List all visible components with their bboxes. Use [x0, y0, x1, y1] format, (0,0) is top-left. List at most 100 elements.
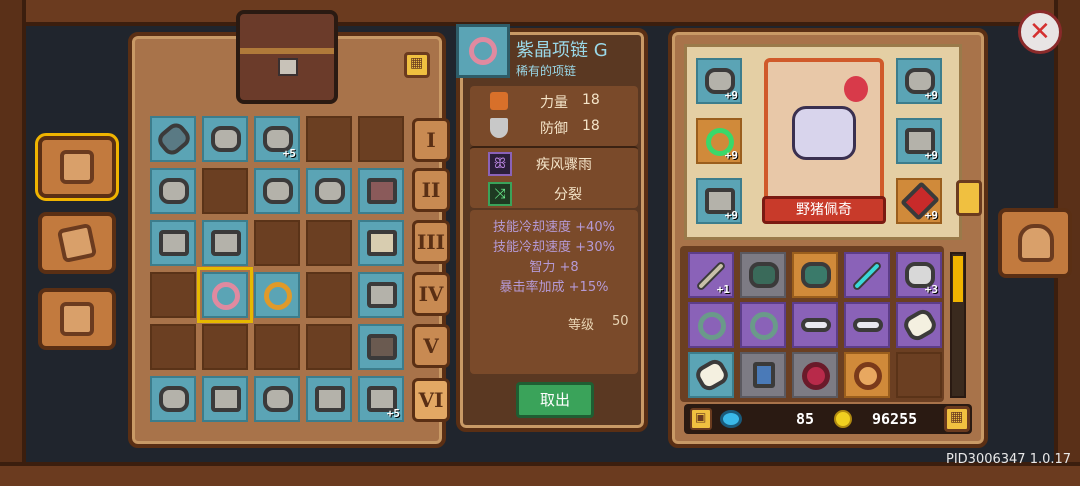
storage-tab-6[interactable]: VI: [412, 378, 450, 422]
storage-slot[interactable]: [150, 220, 196, 266]
close-button[interactable]: ✕: [1018, 10, 1062, 54]
inventory-sort-button[interactable]: ▦: [944, 406, 970, 432]
storage-slot[interactable]: [306, 272, 352, 318]
enhance-level: +9: [724, 209, 738, 222]
character-portrait: [764, 58, 884, 214]
storage-slot[interactable]: [358, 220, 404, 266]
equip-slot[interactable]: +9: [696, 178, 742, 224]
storage-slot[interactable]: [150, 168, 196, 214]
bone-icon: [853, 318, 883, 332]
equip-slot[interactable]: +9: [896, 58, 942, 104]
inventory-slot[interactable]: +1: [688, 252, 734, 298]
storage-slot[interactable]: [202, 376, 248, 422]
inventory-slot[interactable]: [792, 252, 838, 298]
sort-button[interactable]: ▦: [404, 52, 430, 78]
storage-chest-button[interactable]: [35, 133, 119, 201]
take-out-button[interactable]: 取出: [516, 382, 594, 418]
storage-tab-3[interactable]: III: [412, 220, 450, 264]
inventory-slot[interactable]: [792, 302, 838, 348]
inventory-slot[interactable]: [844, 352, 890, 398]
storage-slot[interactable]: [306, 220, 352, 266]
card-icon: [753, 362, 775, 388]
storage-slot[interactable]: [306, 168, 352, 214]
feather-icon: [692, 356, 732, 394]
frame-left: [0, 0, 26, 486]
storage-slot[interactable]: [150, 116, 196, 162]
storage-slot-selected[interactable]: [197, 267, 253, 323]
bow-icon: [154, 119, 194, 159]
recipe-book-button[interactable]: [38, 212, 116, 274]
helmet-icon: [159, 178, 189, 204]
storage-slot[interactable]: [254, 272, 300, 318]
level-label: 等级: [568, 318, 595, 333]
exchange-icon: [60, 302, 94, 336]
storage-slot[interactable]: [150, 376, 196, 422]
storage-slot[interactable]: [306, 324, 352, 370]
item-name: 紫晶项链 G: [516, 40, 608, 61]
inventory-slot[interactable]: [896, 302, 942, 348]
inventory-slot[interactable]: [896, 352, 942, 398]
stats-box: 力量 18 防御 18: [470, 86, 638, 146]
storage-slot[interactable]: [254, 220, 300, 266]
storage-slot[interactable]: [254, 324, 300, 370]
storage-slot[interactable]: [358, 272, 404, 318]
bonus-box: 技能冷却速度 +40% 技能冷却速度 +30% 智力 +8 暴击率加成 +15%…: [470, 210, 638, 374]
storage-slot[interactable]: +5: [254, 116, 300, 162]
helmet-icon: [211, 126, 241, 152]
close-icon: ✕: [1029, 17, 1051, 47]
enhance-level: +9: [924, 89, 938, 102]
storage-slot[interactable]: [150, 272, 196, 318]
inventory-slot[interactable]: +3: [896, 252, 942, 298]
storage-tab-2[interactable]: II: [412, 168, 450, 212]
lock-button[interactable]: ▣: [690, 408, 712, 430]
storage-slot[interactable]: [202, 324, 248, 370]
inventory-slot[interactable]: [844, 302, 890, 348]
inventory-slot[interactable]: [792, 352, 838, 398]
equip-slot[interactable]: +9: [696, 58, 742, 104]
inventory-slot[interactable]: [688, 352, 734, 398]
equip-slot[interactable]: +9: [896, 178, 942, 224]
locked-bag-icon: [749, 262, 779, 288]
storage-slot[interactable]: [358, 116, 404, 162]
scrollbar-thumb[interactable]: [953, 256, 963, 302]
storage-slot[interactable]: [306, 116, 352, 162]
grid-icon: ▦: [950, 409, 964, 425]
inventory-slot[interactable]: [844, 252, 890, 298]
item-portrait: [456, 24, 510, 78]
storage-slot[interactable]: [254, 168, 300, 214]
storage-slot[interactable]: [202, 220, 248, 266]
storage-slot[interactable]: [202, 116, 248, 162]
equipment-tab-button[interactable]: [998, 208, 1072, 278]
inventory-scrollbar[interactable]: [950, 252, 966, 398]
helmet-icon: [263, 178, 293, 204]
storage-slot[interactable]: [254, 376, 300, 422]
storage-tab-5[interactable]: V: [412, 324, 450, 368]
storage-slot[interactable]: [150, 324, 196, 370]
skill-label: 分裂: [554, 187, 582, 203]
split-arrows-icon: ⤨: [488, 182, 512, 206]
storage-slot[interactable]: [202, 168, 248, 214]
inventory-slot[interactable]: [740, 302, 786, 348]
enhance-level: +9: [924, 209, 938, 222]
equip-slot[interactable]: +9: [896, 118, 942, 164]
tornado-icon: ꕥ: [488, 152, 512, 176]
storage-slot[interactable]: +5: [358, 376, 404, 422]
storage-tab-1[interactable]: I: [412, 118, 450, 162]
equipment-arrow-button[interactable]: [956, 180, 982, 216]
inventory-slot[interactable]: [688, 302, 734, 348]
rabbit-avatar: [792, 106, 856, 160]
exchange-button[interactable]: [38, 288, 116, 350]
inventory-slot[interactable]: [740, 252, 786, 298]
feather-icon: [900, 306, 940, 344]
boots-icon: [367, 282, 397, 308]
storage-slot[interactable]: [358, 324, 404, 370]
storage-slot[interactable]: [306, 376, 352, 422]
storage-tab-4[interactable]: IV: [412, 272, 450, 316]
character-name-banner: 野猪佩奇: [762, 196, 886, 224]
bonus-line: 技能冷却速度 +40%: [493, 220, 615, 235]
inventory-slot[interactable]: [740, 352, 786, 398]
storage-slot[interactable]: [358, 168, 404, 214]
storage-grid: +5 +5: [150, 116, 410, 426]
swirl-icon: [698, 312, 726, 340]
equip-slot[interactable]: +9: [696, 118, 742, 164]
